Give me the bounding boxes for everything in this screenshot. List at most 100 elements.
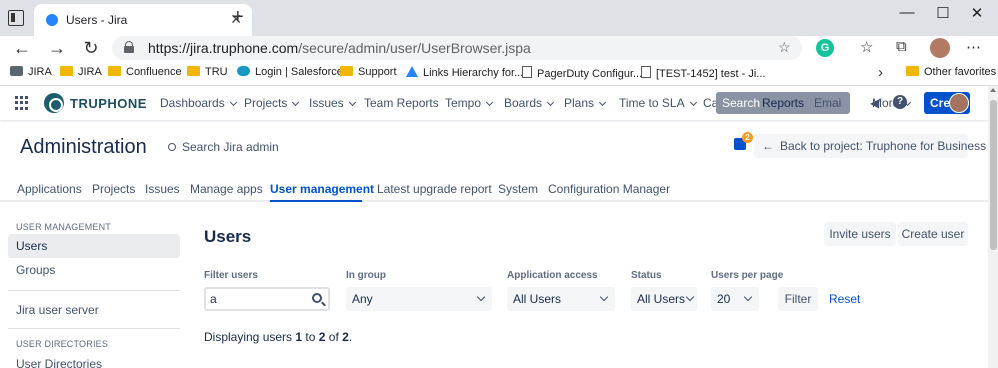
truphone-logo-text[interactable]: TRUPHONE xyxy=(70,96,147,111)
filter-users-input[interactable]: a xyxy=(204,287,330,311)
nav-issues[interactable]: Issues xyxy=(309,96,356,110)
profile-avatar[interactable] xyxy=(930,38,950,58)
sidebar-item-user-directories[interactable]: User Directories xyxy=(8,352,180,368)
tab-manage-apps[interactable]: Manage apps xyxy=(190,182,263,196)
application-access-select[interactable]: All Users xyxy=(507,287,615,311)
sidebar-item-users[interactable]: Users xyxy=(8,234,180,258)
window-close-icon[interactable]: ✕ xyxy=(962,4,992,22)
tab-configuration-manager[interactable]: Configuration Manager xyxy=(548,182,670,196)
help-icon[interactable]: ? xyxy=(893,95,907,109)
nav-dashboards[interactable]: Dashboards xyxy=(160,96,237,110)
maximize-icon[interactable]: ☐ xyxy=(928,4,958,22)
status-select[interactable]: All Users xyxy=(631,287,697,311)
page-icon xyxy=(522,66,532,78)
folder-icon xyxy=(187,66,200,76)
nav-time-to-sla[interactable]: Time to SLA xyxy=(619,96,697,110)
nav-plans[interactable]: Plans xyxy=(564,96,607,110)
browser-tab-users[interactable]: Users - Jira ✕ xyxy=(34,4,252,36)
url-text: https://jira.truphone.com/secure/admin/u… xyxy=(148,40,531,56)
nav-tempo[interactable]: Tempo xyxy=(445,96,494,110)
nav-boards[interactable]: Boards xyxy=(504,96,555,110)
back-icon[interactable]: ← xyxy=(10,37,34,59)
filter-users-label: Filter users xyxy=(204,270,258,281)
filter-users-value: a xyxy=(210,292,217,306)
arrow-left-icon: ← xyxy=(762,139,774,153)
invite-users-button[interactable]: Invite users xyxy=(824,222,896,246)
chevron-down-icon xyxy=(485,98,494,107)
chevron-down-icon xyxy=(476,292,486,302)
tab-applications[interactable]: Applications xyxy=(17,182,82,196)
new-tab-button[interactable]: + xyxy=(232,6,244,29)
bookmark-tru[interactable]: TRU xyxy=(187,66,228,78)
search-overlay-reports[interactable]: Reports xyxy=(762,96,804,110)
settings-more-icon[interactable]: ⋯ xyxy=(966,38,981,56)
active-tab-indicator xyxy=(270,200,362,202)
bookmark-test-1452[interactable]: [TEST-1452] test - Ji... xyxy=(641,66,765,80)
tab-system[interactable]: System xyxy=(498,182,538,196)
chevron-down-icon xyxy=(348,98,356,107)
chevron-down-icon xyxy=(685,292,695,302)
window-menu-icon[interactable] xyxy=(8,10,24,26)
add-favorite-icon[interactable]: ☆ xyxy=(778,39,791,56)
truphone-logo-icon[interactable] xyxy=(44,93,64,113)
admin-sidebar: USER MANAGEMENT Users Groups Jira user s… xyxy=(0,204,188,368)
bookmark-pagerduty[interactable]: PagerDuty Configur... xyxy=(522,66,642,80)
page-scrollbar[interactable] xyxy=(988,86,998,368)
bookmark-support[interactable]: Support xyxy=(340,66,397,78)
chevron-down-icon xyxy=(229,98,237,107)
chevron-down-icon xyxy=(598,98,607,107)
bookmarks-overflow-icon[interactable]: › xyxy=(878,64,883,81)
scroll-up-icon[interactable] xyxy=(990,88,996,92)
sidebar-divider xyxy=(8,290,180,291)
lock-icon[interactable] xyxy=(124,41,134,53)
chevron-down-icon xyxy=(292,98,300,107)
tab-user-management[interactable]: User management xyxy=(270,182,374,196)
application-access-value: All Users xyxy=(513,292,562,306)
salesforce-icon xyxy=(237,66,250,76)
app-switcher-icon[interactable] xyxy=(15,96,29,110)
chevron-down-icon xyxy=(689,98,697,107)
folder-icon xyxy=(60,66,73,76)
nav-email[interactable]: Emai xyxy=(814,96,841,110)
users-per-page-label: Users per page xyxy=(711,270,784,281)
bookmark-confluence[interactable]: Confluence xyxy=(108,66,182,78)
in-group-select[interactable]: Any xyxy=(346,287,492,311)
tab-title: Users - Jira xyxy=(66,13,128,27)
create-user-button[interactable]: Create user xyxy=(898,222,968,246)
scrollbar-thumb[interactable] xyxy=(990,100,997,250)
sidebar-item-jira-user-server[interactable]: Jira user server xyxy=(8,298,180,322)
filter-button[interactable]: Filter xyxy=(778,287,818,311)
sidebar-item-groups[interactable]: Groups xyxy=(8,258,180,282)
tab-issues[interactable]: Issues xyxy=(145,182,180,196)
bookmark-salesforce[interactable]: Login | Salesforce xyxy=(237,66,343,78)
search-icon[interactable] xyxy=(312,293,322,303)
collections-icon[interactable]: ⧉ xyxy=(896,38,907,55)
user-avatar[interactable] xyxy=(949,93,969,113)
bookmark-jira-1[interactable]: JIRA xyxy=(10,66,52,78)
nav-team-reports[interactable]: Team Reports xyxy=(364,96,439,110)
admin-search-link[interactable]: Search Jira admin xyxy=(168,140,279,154)
bookmark-other-favorites[interactable]: Other favorites xyxy=(906,66,996,78)
in-group-value: Any xyxy=(352,292,373,306)
displaying-users-summary: Displaying users 1 to 2 of 2. xyxy=(204,330,353,344)
forward-icon[interactable]: → xyxy=(45,37,69,59)
status-value: All Users xyxy=(637,292,686,306)
bookmark-links-hierarchy[interactable]: Links Hierarchy for... xyxy=(406,66,523,79)
tab-projects[interactable]: Projects xyxy=(92,182,135,196)
grammarly-extension-icon[interactable]: G xyxy=(816,39,834,57)
jira-favicon-icon xyxy=(46,14,58,26)
nav-projects[interactable]: Projects xyxy=(244,96,300,110)
bookmark-jira-2[interactable]: JIRA xyxy=(60,66,102,78)
minimize-icon[interactable]: — xyxy=(892,4,922,21)
reload-icon[interactable]: ↻ xyxy=(79,37,103,59)
users-per-page-select[interactable]: 20 xyxy=(711,287,759,311)
back-to-project-button[interactable]: ← Back to project: Truphone for Business xyxy=(754,134,986,158)
in-group-label: In group xyxy=(346,270,386,281)
address-bar[interactable]: https://jira.truphone.com/secure/admin/u… xyxy=(112,36,802,60)
page-icon xyxy=(641,66,651,78)
atlassian-icon xyxy=(406,66,418,77)
reset-link[interactable]: Reset xyxy=(829,292,860,306)
chevron-down-icon xyxy=(599,292,609,302)
favorites-icon[interactable]: ☆ xyxy=(860,38,873,56)
tab-latest-upgrade-report[interactable]: Latest upgrade report xyxy=(377,182,492,196)
